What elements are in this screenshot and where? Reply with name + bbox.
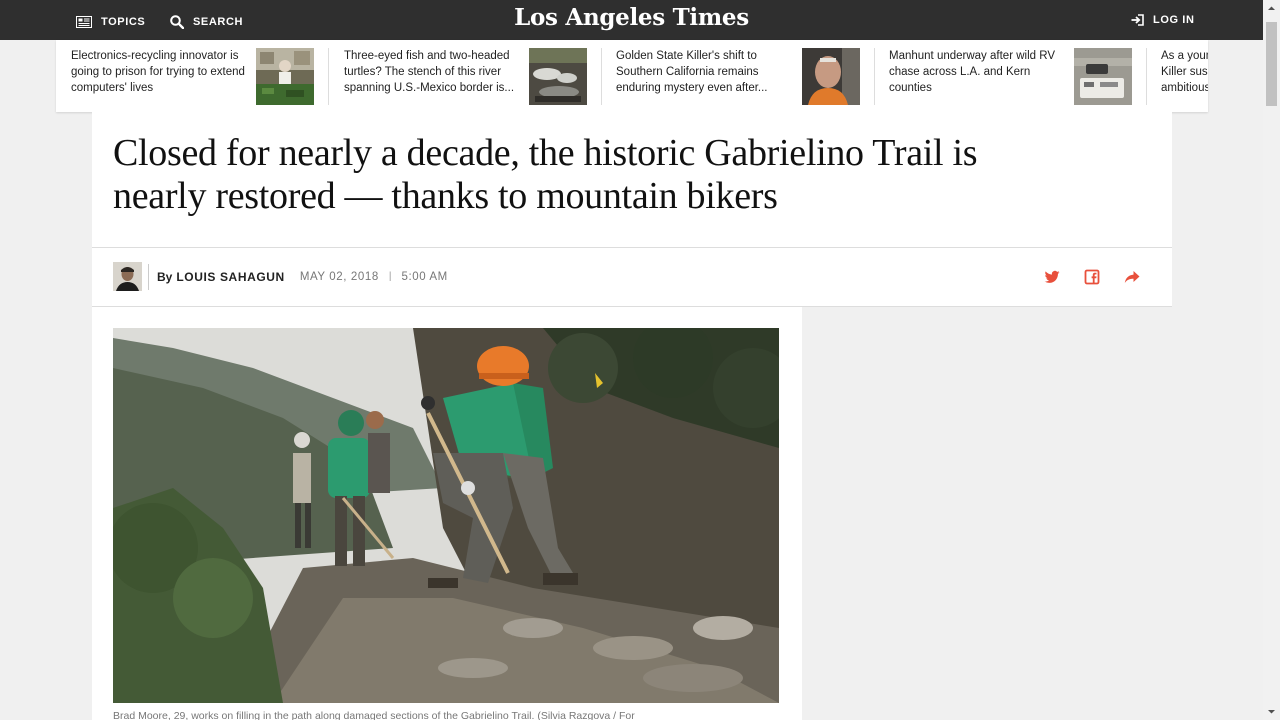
related-story-title[interactable]: Electronics-recycling innovator is going… — [71, 48, 246, 96]
rv-aerial-thumbnail[interactable] — [1074, 48, 1132, 105]
recycling-workshop-thumbnail[interactable] — [256, 48, 314, 105]
river-trash-thumbnail[interactable] — [529, 48, 587, 105]
related-stories-strip: Electronics-recycling innovator is going… — [56, 40, 1208, 112]
story-divider — [328, 48, 329, 105]
related-story-title[interactable]: As a young Killer sus ambitious — [1161, 48, 1208, 96]
share-arrow-icon[interactable] — [1123, 268, 1141, 286]
byline-prefix: By — [157, 269, 173, 284]
byline-separator — [148, 263, 149, 290]
page-scrollbar[interactable] — [1263, 0, 1280, 720]
story-divider — [874, 48, 875, 105]
related-story-title[interactable]: Three-eyed fish and two-headed turtles? … — [344, 48, 519, 96]
top-nav-bar: TOPICS SEARCH Los Angeles Times LOG IN — [0, 0, 1263, 40]
date-time-divider: | — [388, 271, 392, 282]
twitter-icon[interactable] — [1043, 268, 1061, 286]
login-label: LOG IN — [1153, 14, 1195, 26]
scrollbar-thumb[interactable] — [1266, 22, 1277, 106]
photo-caption: Brad Moore, 29, works on filling in the … — [113, 710, 635, 720]
header-divider — [92, 247, 1172, 248]
site-logo[interactable]: Los Angeles Times — [0, 4, 1263, 31]
byline: By LOUIS SAHAGUN MAY 02, 2018 | 5:00 AM — [113, 262, 448, 291]
facebook-icon[interactable] — [1083, 268, 1101, 286]
publish-date: MAY 02, 2018 — [299, 270, 379, 283]
story-divider — [1146, 48, 1147, 105]
login-icon — [1131, 14, 1144, 26]
suspect-mugshot-thumbnail[interactable] — [802, 48, 860, 105]
author-avatar[interactable] — [113, 262, 142, 291]
story-divider — [601, 48, 602, 105]
article-header-card: Closed for nearly a decade, the historic… — [92, 112, 1172, 307]
scroll-down-arrow-icon[interactable] — [1263, 703, 1280, 720]
author-name[interactable]: LOUIS SAHAGUN — [176, 270, 284, 284]
publish-time: 5:00 AM — [401, 270, 448, 283]
article-body: Brad Moore, 29, works on filling in the … — [92, 307, 802, 720]
login-button[interactable]: LOG IN — [1131, 0, 1195, 40]
related-story-title[interactable]: Manhunt underway after wild RV chase acr… — [889, 48, 1064, 96]
scroll-up-arrow-icon[interactable] — [1263, 0, 1280, 17]
article-headline: Closed for nearly a decade, the historic… — [113, 132, 978, 217]
related-story-title[interactable]: Golden State Killer's shift to Southern … — [616, 48, 791, 96]
lead-photo[interactable] — [113, 328, 779, 703]
